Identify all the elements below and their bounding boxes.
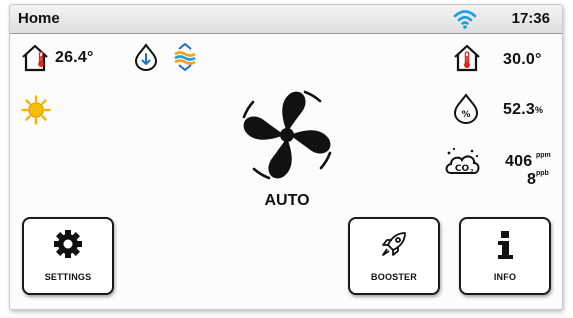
svg-text:%: % bbox=[461, 110, 470, 120]
page-title: Home bbox=[18, 10, 60, 27]
gear-icon bbox=[54, 230, 82, 258]
clock: 17:36 bbox=[511, 10, 550, 27]
info-button-label: INFO bbox=[493, 272, 517, 282]
indoor-temperature-icon bbox=[22, 44, 48, 72]
co2-ppb-unit: ppb bbox=[536, 170, 549, 177]
wifi-icon bbox=[453, 10, 477, 29]
co2-ppm-value: 406 bbox=[505, 153, 533, 170]
touch-screen: Home 17:36 26.4° 30.0° % 52.3% CO 2 406 … bbox=[9, 4, 563, 310]
fan-mode-label: AUTO bbox=[264, 192, 310, 209]
water-drop-icon bbox=[134, 43, 158, 71]
booster-button[interactable]: BOOSTER bbox=[348, 217, 440, 295]
rocket-icon bbox=[382, 232, 406, 256]
svg-text:CO: CO bbox=[455, 164, 470, 174]
indoor-temperature-value: 26.4° bbox=[55, 49, 94, 66]
status-bar: Home 17:36 bbox=[10, 5, 562, 34]
info-button[interactable]: INFO bbox=[459, 217, 551, 295]
info-icon bbox=[498, 231, 513, 259]
outdoor-temperature-value: 30.0° bbox=[503, 51, 542, 68]
settings-button[interactable]: SETTINGS bbox=[22, 217, 114, 295]
sun-icon bbox=[21, 95, 51, 125]
co2-ppm-unit: ppm bbox=[536, 152, 551, 159]
humidity-icon: % bbox=[453, 93, 479, 124]
settings-button-label: SETTINGS bbox=[44, 272, 92, 282]
humidity-value: 52.3% bbox=[503, 101, 544, 118]
svg-text:2: 2 bbox=[470, 169, 474, 175]
booster-button-label: BOOSTER bbox=[371, 272, 417, 282]
co2-ppb-value: 8 bbox=[527, 171, 537, 188]
fan-icon[interactable] bbox=[227, 75, 347, 195]
co2-icon: CO 2 bbox=[445, 147, 480, 175]
water-waves-icon bbox=[174, 42, 196, 72]
outdoor-temperature-icon bbox=[454, 44, 480, 72]
